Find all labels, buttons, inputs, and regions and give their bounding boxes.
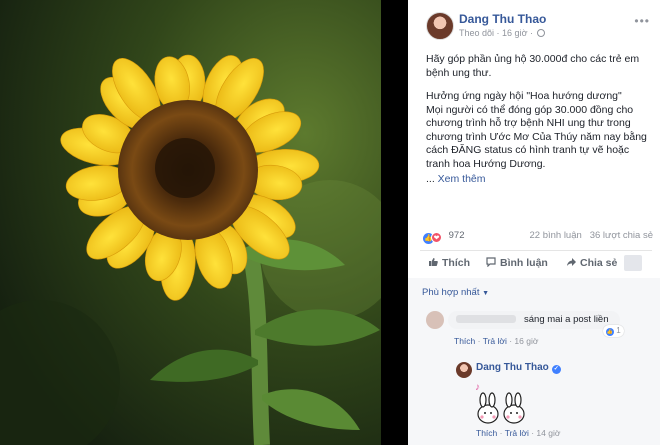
- comment-like-link[interactable]: Thích: [454, 336, 475, 346]
- comment-text: sáng mai a post liền: [524, 314, 609, 325]
- share-icon: [567, 258, 576, 266]
- post-meta: Theo dõi · 16 giờ ·: [459, 28, 546, 38]
- see-more-line: ... Xem thêm: [426, 173, 486, 185]
- reply-reply-link[interactable]: Trả lời: [505, 428, 529, 438]
- reply-author-avatar[interactable]: [456, 362, 472, 378]
- chevron-down-icon: ▼: [482, 290, 490, 297]
- reply-author-name[interactable]: Dang Thu Thao ✓: [476, 362, 561, 374]
- comment-like-badge[interactable]: 👍 1: [603, 325, 624, 337]
- comments-count[interactable]: 22 bình luận: [529, 230, 581, 241]
- blurred-commenter-name[interactable]: [456, 315, 516, 324]
- shares-count[interactable]: 36 lượt chia sẻ: [590, 230, 653, 241]
- reaction-count[interactable]: 972: [449, 230, 465, 241]
- verified-badge-icon: ✓: [551, 365, 561, 374]
- comment-reply-link[interactable]: Trả lời: [483, 336, 507, 346]
- post-time[interactable]: 16 giờ: [502, 28, 527, 38]
- reply-like-link[interactable]: Thích: [476, 428, 497, 438]
- divider: [420, 250, 652, 251]
- comment-sort-dropdown[interactable]: Phù hợp nhất ▼: [422, 287, 489, 298]
- post-actions: Thích Bình luận Chia sẻ: [420, 254, 652, 274]
- comment-meta: Thích · Trả lời · 16 giờ: [454, 336, 539, 346]
- like-button[interactable]: Thích: [428, 257, 470, 269]
- see-more-link[interactable]: Xem thêm: [438, 173, 486, 185]
- sunflower-photo[interactable]: [0, 0, 381, 445]
- comment-bubble: sáng mai a post liền: [448, 311, 620, 329]
- comment-share-counts: 22 bình luận 36 lượt chia sẻ: [529, 230, 653, 241]
- globe-icon: [537, 29, 546, 37]
- post-body: Hãy góp phần ủng hộ 30.000đ cho các trẻ …: [426, 53, 654, 187]
- comments-section: Phù hợp nhất ▼ sáng mai a post liền 👍 1 …: [408, 278, 660, 445]
- bunny-sticker[interactable]: [474, 392, 530, 428]
- blurred-avatar[interactable]: [624, 255, 642, 271]
- divider-gap: [381, 0, 408, 445]
- author-avatar[interactable]: [426, 12, 454, 40]
- follow-link[interactable]: Theo dõi: [459, 28, 494, 38]
- facebook-post-panel: Dang Thu Thao Theo dõi · 16 giờ · ••• Hã…: [408, 0, 660, 445]
- comment-button[interactable]: Bình luận: [486, 257, 548, 269]
- post-paragraph-2: Hưởng ứng ngày hội "Hoa hướng dương" Mọi…: [426, 90, 647, 170]
- commenter-avatar[interactable]: [426, 311, 444, 329]
- share-button[interactable]: Chia sẻ: [566, 257, 617, 269]
- like-reaction-icon: 👍: [606, 328, 614, 336]
- reply-meta: Thích · Trả lời · 14 giờ: [476, 428, 561, 438]
- author-name[interactable]: Dang Thu Thao: [459, 12, 546, 26]
- comment-icon: [486, 257, 496, 267]
- love-reaction-icon: ❤: [431, 232, 442, 243]
- sunflower-image: [0, 0, 381, 445]
- reply-time[interactable]: 14 giờ: [536, 428, 560, 438]
- post-header: Dang Thu Thao Theo dõi · 16 giờ · •••: [408, 0, 660, 44]
- post-paragraph-1: Hãy góp phần ủng hộ 30.000đ cho các trẻ …: [426, 53, 640, 79]
- comment-time[interactable]: 16 giờ: [514, 336, 538, 346]
- ellipsis-icon[interactable]: •••: [634, 14, 650, 28]
- reaction-stats: 👍❤ 972 22 bình luận 36 lượt chia sẻ: [423, 230, 653, 246]
- thumbs-up-icon: [429, 258, 438, 266]
